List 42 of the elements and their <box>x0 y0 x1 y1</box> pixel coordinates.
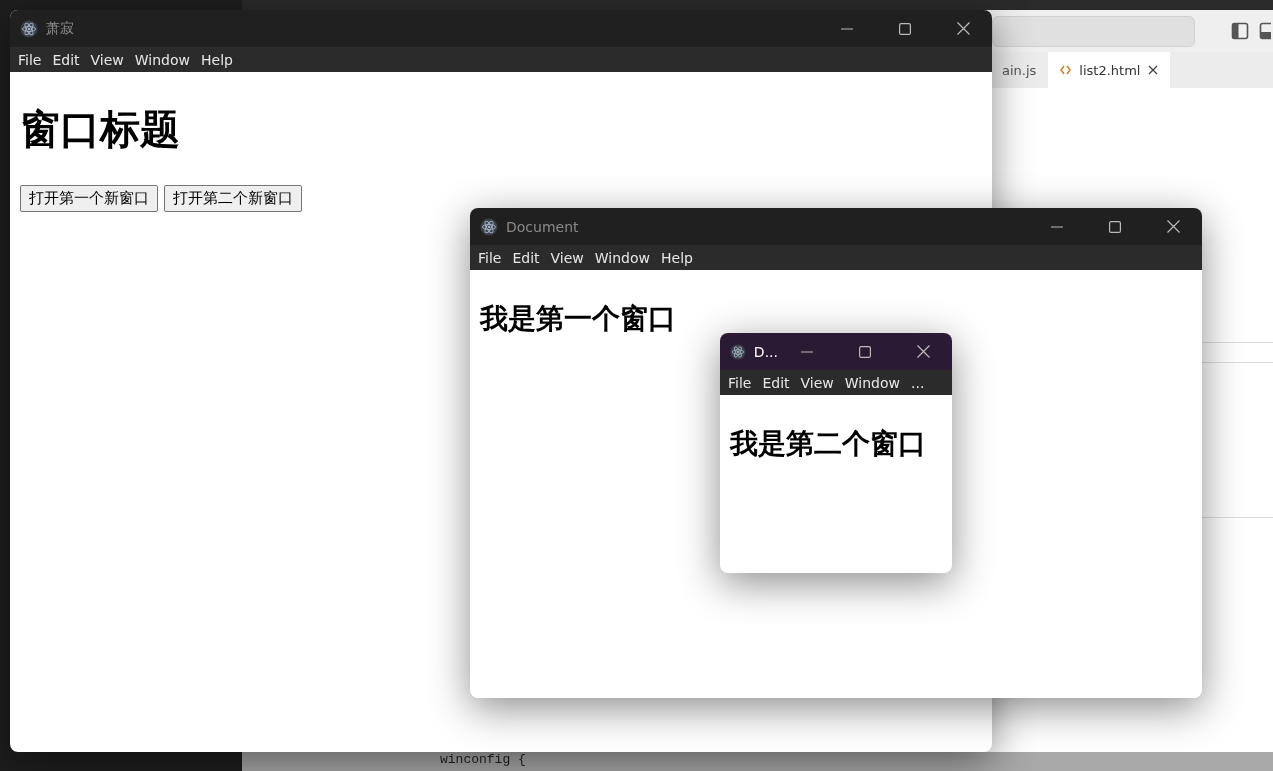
window-title: Document <box>506 218 580 235</box>
menu-item[interactable]: Help <box>201 51 238 68</box>
page-heading: 窗口标题 <box>20 105 181 154</box>
maximize-icon <box>1109 220 1121 233</box>
menu-item[interactable]: Window <box>594 249 655 266</box>
atom-icon <box>480 217 498 236</box>
menu-item[interactable]: View <box>800 374 839 391</box>
close-icon <box>916 345 930 358</box>
open-window-button[interactable]: 打开第一个新窗口 <box>20 185 158 212</box>
page-heading: 我是第一个窗口 <box>480 301 677 337</box>
atom-icon <box>20 19 38 38</box>
menu-item[interactable]: File <box>478 249 507 266</box>
close-icon[interactable] <box>1148 65 1159 75</box>
open-window-button[interactable]: 打开第二个新窗口 <box>164 185 302 212</box>
menu-item[interactable]: View <box>550 249 589 266</box>
menu-item[interactable]: Edit <box>762 374 795 391</box>
menu-item[interactable]: Window <box>134 51 195 68</box>
close-icon <box>1166 220 1180 233</box>
search-field[interactable] <box>992 15 1195 47</box>
window-title: 萧寂 <box>46 19 75 38</box>
sidebar-toggle-icon[interactable] <box>1231 22 1249 40</box>
code-file-icon <box>1060 65 1072 75</box>
editor-tab[interactable]: ain.js <box>990 52 1049 88</box>
minimize-icon <box>841 27 853 30</box>
menu-item[interactable]: Edit <box>512 249 545 266</box>
menu-item[interactable]: ... <box>911 374 930 391</box>
menu-item[interactable]: File <box>728 374 757 391</box>
page-heading: 我是第二个窗口 <box>730 426 927 462</box>
minimize-icon <box>1051 225 1063 228</box>
editor-tab[interactable]: list2.html <box>1048 52 1171 88</box>
menu-item[interactable]: Window <box>844 374 905 391</box>
menu-item[interactable]: View <box>90 51 129 68</box>
maximize-icon <box>899 22 911 35</box>
close-icon <box>956 22 970 35</box>
menu-item[interactable]: Help <box>661 249 698 266</box>
minimize-icon <box>801 350 813 353</box>
window-title: D... <box>753 343 778 360</box>
maximize-icon <box>859 345 871 358</box>
panel-toggle-icon[interactable] <box>1259 22 1271 40</box>
menu-item[interactable]: Edit <box>52 51 85 68</box>
atom-icon <box>730 342 746 361</box>
menu-item[interactable]: File <box>18 51 47 68</box>
